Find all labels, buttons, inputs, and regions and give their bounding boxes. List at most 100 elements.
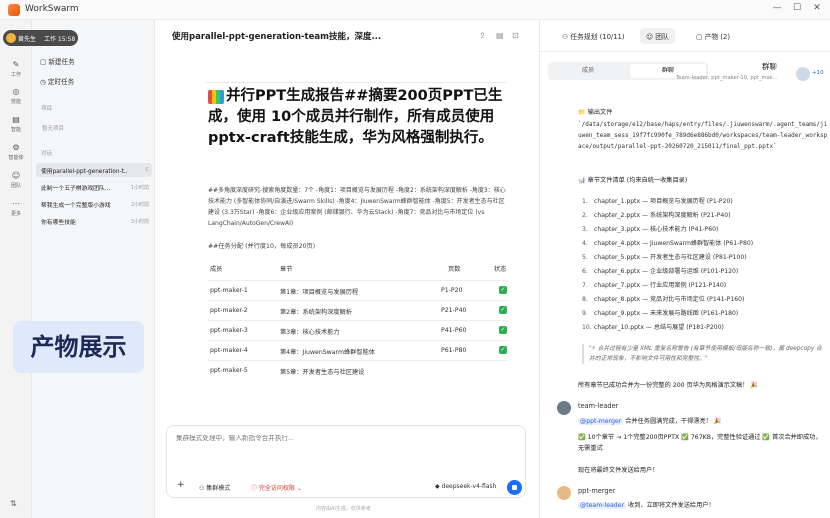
rail-item-work[interactable]: ✎ 工作 <box>0 60 32 78</box>
check-icon: ✓ <box>499 326 507 334</box>
chapter-text: chapter_4.pptx — JiuwenSwarm蜂群智能体 (P61-P… <box>594 240 754 247</box>
message-input[interactable] <box>176 435 476 442</box>
table-header: 成员 <box>210 266 223 273</box>
disclaimer: 内容由AI生成，仅供参考 <box>316 506 371 512</box>
overlay-caption: 产物展示 <box>13 321 144 373</box>
permission-selector[interactable]: ⓘ 完全访问权限 ⌄ <box>251 483 302 492</box>
scheduled-task-label: 定时任务 <box>47 78 75 86</box>
tab-team[interactable]: ☺ 团队 <box>640 28 675 44</box>
document-icon[interactable]: ▤ <box>496 31 504 40</box>
gear-icon: ⚙ <box>12 143 20 152</box>
chapter-text: chapter_5.pptx — 开发者生态与社区建设 (P81-P100) <box>594 254 747 261</box>
stop-button[interactable] <box>507 480 522 495</box>
permission-label: 完全访问权限 <box>258 485 295 492</box>
rail-item-intelligence[interactable]: ▤ 智能 <box>0 115 32 133</box>
tab-label: 任务规划 (10/11) <box>570 33 625 41</box>
mention[interactable]: @team-leader <box>578 502 627 509</box>
user-badge[interactable]: 黄先生 工作 15:58 <box>3 30 78 46</box>
mode-selector[interactable]: ⚇ 集群模式 <box>199 483 230 492</box>
rail-label: 团队 <box>10 183 21 189</box>
panel-icon[interactable]: ⊡ <box>512 31 519 40</box>
chapter-text: chapter_2.pptx — 系统架构深度解析 (P21-P40) <box>594 212 731 219</box>
output-label: 📁 输出文件 <box>578 109 613 116</box>
cell-chapter: 第5章：开发者生态与社区建设 <box>280 369 365 376</box>
scheduled-task-button[interactable]: ◷ 定时任务 <box>40 76 74 86</box>
message-text: 合并任务圆满完成，干得漂亮！ 🎉 <box>625 418 722 425</box>
table-row: ppt-maker-4 第4章：JiuwenSwarm蜂群智能体 P61-P80… <box>208 340 508 360</box>
chat-title: 你有哪些技能 <box>41 220 76 226</box>
list-item: 3. chapter_3.pptx — 核心技术能力 (P41-P60) <box>582 226 719 233</box>
share-icon[interactable]: ⇪ <box>479 31 486 40</box>
table-row: ppt-maker-1 第1章：项目概览与发展历程 P1-P20 ✓ <box>208 280 508 300</box>
table-row: ppt-maker-5 第5章：开发者生态与社区建设 <box>208 360 508 380</box>
divider <box>206 82 506 83</box>
table-header: 状态 <box>494 266 507 273</box>
research-dimensions: ##多角度深度研究-搜索角度数量：7个 -角度1：项目概览与发展历程 -角度2：… <box>208 187 506 227</box>
chat-item[interactable]: 你有哪些技能 3小时前 <box>36 214 152 228</box>
chapter-text: chapter_9.pptx — 未来发展与路线图 (P161-P180) <box>594 310 739 317</box>
rail-item-skills[interactable]: ◎ 技能 <box>0 87 32 105</box>
tab-task-plan[interactable]: ⚇ 任务规划 (10/11) <box>556 28 631 44</box>
avatar <box>557 401 571 415</box>
chats-header: 对话 <box>41 151 53 157</box>
tab-artifacts[interactable]: ▢ 产物 (2) <box>690 28 736 44</box>
member-count[interactable]: +10 <box>812 70 824 76</box>
list-item: 7. chapter_7.pptx — 行业应用案例 (P121-P140) <box>582 282 727 289</box>
cell-pages: P1-P20 <box>441 287 463 294</box>
maximize-icon[interactable]: ☐ <box>790 3 804 13</box>
list-item: 1. chapter_1.pptx — 项目概览与发展历程 (P1-P20) <box>582 198 733 205</box>
box-icon: ▢ <box>696 33 703 41</box>
avatar[interactable] <box>796 67 810 81</box>
cell-chapter: 第2章：系统架构深度解析 <box>280 309 352 316</box>
more-icon: ⋯ <box>12 199 20 208</box>
cell-chapter: 第3章：核心技术能力 <box>280 329 340 336</box>
cell-member: ppt-maker-5 <box>210 367 248 374</box>
chat-item[interactable]: 帮我生成一个完整版小游戏 2小时前 <box>36 197 152 211</box>
rail-item-more[interactable]: ⋯ 更多 <box>0 199 32 217</box>
chat-title: 使用parallel-ppt-generation-t... <box>41 169 127 175</box>
chapter-text: chapter_7.pptx — 行业应用案例 (P121-P140) <box>594 282 727 289</box>
add-icon[interactable]: + <box>177 480 185 490</box>
report-heading: 并行PPT生成报告##摘要200页PPT已生成，使用 10个成员并行制作，所有成… <box>208 88 503 146</box>
rail-item-agents[interactable]: ⚙ 智能体 <box>0 143 32 161</box>
output-path: `/data/storage/e12/base/haps/entry/files… <box>578 121 828 150</box>
chat-item[interactable]: 此制一个五子棋游戏团队... 1小时前 <box>36 180 152 194</box>
minimize-icon[interactable]: — <box>770 3 784 13</box>
cell-member: ppt-maker-1 <box>210 287 248 294</box>
right-panel: ⚇ 任务规划 (10/11) ☺ 团队 ▢ 产物 (2) 成员 群聊 群聊 Te… <box>539 20 830 518</box>
chat-title: 帮我生成一个完整版小游戏 <box>41 203 111 209</box>
chat-time: 1小时前 <box>130 185 149 191</box>
chapter-text: chapter_1.pptx — 项目概览与发展历程 (P1-P20) <box>594 198 733 205</box>
avatar <box>557 486 571 500</box>
rail-label: 技能 <box>10 99 21 105</box>
mode-label: 集群模式 <box>206 485 231 492</box>
cell-pages: P41-P60 <box>441 327 467 334</box>
list-item: 2. chapter_2.pptx — 系统架构深度解析 (P21-P40) <box>582 212 731 219</box>
model-label: deepseek-v4-flash <box>441 483 497 490</box>
cell-chapter: 第1章：项目概览与发展历程 <box>280 289 359 296</box>
assignment-title: ##任务分配 (并行度10，每成员20页) <box>208 243 316 250</box>
table-header: 章节 <box>280 266 293 273</box>
segment-members[interactable]: 成员 <box>550 64 626 78</box>
mention[interactable]: @ppt-merger <box>578 418 624 425</box>
rail-item-team[interactable]: ☺ 团队 <box>0 171 32 189</box>
message-text: 收到，立即将文件发送给用户！ <box>628 502 715 509</box>
model-selector[interactable]: ◆ deepseek-v4-flash <box>435 483 496 490</box>
table-header: 页数 <box>448 266 461 273</box>
new-task-button[interactable]: ▢ 新建任务 <box>40 56 75 66</box>
chapter-text: chapter_8.pptx — 竞品对比与市场定位 (P141-P160) <box>594 296 745 303</box>
close-icon[interactable]: ✕ <box>810 3 824 13</box>
chat-title: 此制一个五子棋游戏团队... <box>41 186 111 192</box>
message-text: 现在将最终文件发送给用户！ <box>578 467 659 474</box>
projects-header: 项目 <box>41 106 53 112</box>
app-title: WorkSwarm <box>25 4 79 14</box>
chat-item[interactable]: 使用parallel-ppt-generation-t... C <box>36 163 152 177</box>
user-name: 黄先生 <box>18 36 37 43</box>
check-icon: ✓ <box>499 346 507 354</box>
plan-icon: ⚇ <box>562 33 569 41</box>
sidebar-toggle-icon[interactable]: ⇅ <box>10 499 17 508</box>
list-item: 6. chapter_6.pptx — 企业级部署与运维 (P101-P120) <box>582 268 739 275</box>
chapter-text: chapter_3.pptx — 核心技术能力 (P41-P60) <box>594 226 719 233</box>
table-row: ppt-maker-2 第2章：系统架构深度解析 P21-P40 ✓ <box>208 300 508 320</box>
target-icon: ◎ <box>12 87 20 96</box>
